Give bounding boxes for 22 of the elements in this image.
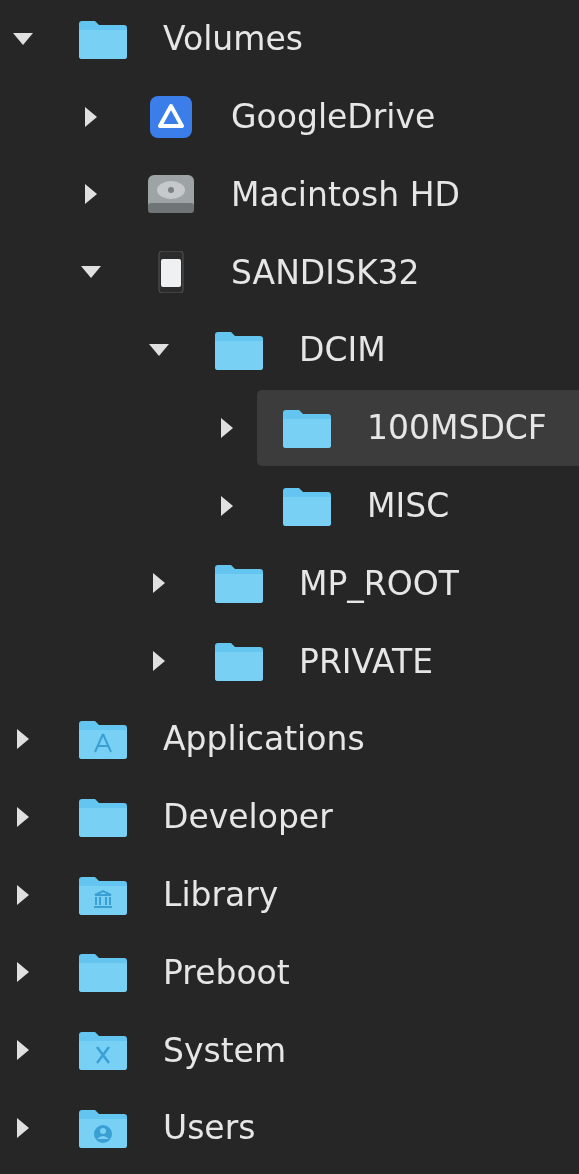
tree-item[interactable]: MISC (257, 467, 579, 544)
tree-item[interactable]: PRIVATE (189, 623, 579, 700)
tree-item[interactable]: 100MSDCF (257, 389, 579, 466)
tree-item[interactable]: Preboot (53, 934, 579, 1011)
folder-icon (213, 640, 265, 683)
tree-item[interactable]: Developer (53, 778, 579, 855)
tree-item[interactable]: Library (53, 856, 579, 933)
tree-item[interactable]: MP_ROOT (189, 545, 579, 622)
tree-item[interactable]: DCIM (189, 312, 579, 389)
tree-item[interactable]: Applications (53, 701, 579, 778)
tree-item[interactable]: Macintosh HD (121, 156, 579, 233)
tree-item[interactable]: System (53, 1012, 579, 1089)
apps-folder-icon (77, 718, 129, 761)
tree-item[interactable]: Users (53, 1090, 579, 1167)
tree-item[interactable]: GoogleDrive (121, 78, 579, 155)
tree-item[interactable]: Volumes (53, 0, 579, 77)
folder-icon (213, 329, 265, 372)
tree-item[interactable]: SANDISK32 (121, 234, 579, 311)
folder-icon (213, 562, 265, 605)
users-folder-icon (77, 1107, 129, 1150)
folder-icon (77, 951, 129, 994)
system-folder-icon (77, 1029, 129, 1072)
